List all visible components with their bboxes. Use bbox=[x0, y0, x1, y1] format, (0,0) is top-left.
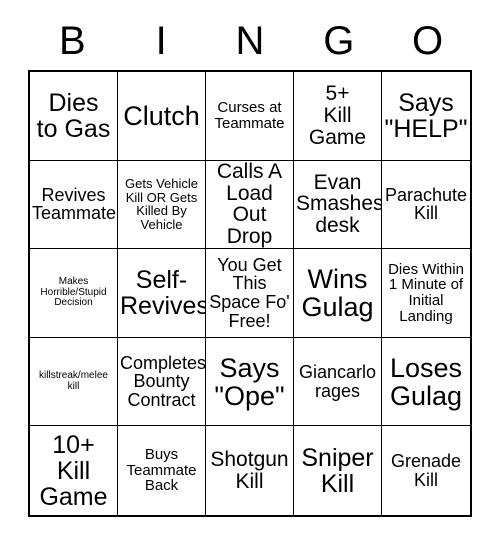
bingo-square[interactable]: Clutch bbox=[118, 72, 206, 161]
bingo-square-label: Sniper Kill bbox=[301, 443, 374, 498]
bingo-square[interactable]: Shotgun Kill bbox=[206, 426, 294, 515]
bingo-grid: Dies to Gas Clutch Curses at Teammate 5+ Ki… bbox=[28, 70, 472, 517]
bingo-square-label: Shotgun Kill bbox=[210, 447, 289, 493]
bingo-square[interactable]: Sniper Kill bbox=[294, 426, 382, 515]
bingo-square[interactable]: Loses Gulag bbox=[382, 337, 470, 427]
bingo-square-label: Dies to Gas bbox=[36, 88, 111, 143]
bingo-header-letter-g: G bbox=[323, 19, 355, 63]
bingo-header-letter-n: N bbox=[235, 19, 265, 63]
bingo-square-label: 10+ Kill Game bbox=[39, 430, 108, 511]
bingo-square-label: Gets Vehicle Kill OR Gets Killed By Vehi… bbox=[125, 176, 198, 232]
bingo-square[interactable]: Makes Horrible/Stupid Decision bbox=[30, 249, 118, 338]
bingo-square-label: killstreak/melee kill bbox=[39, 370, 108, 392]
bingo-square[interactable]: Calls A Load Out Drop bbox=[206, 160, 294, 250]
bingo-square-label: Giancarlo rages bbox=[298, 361, 377, 401]
bingo-square-label: You Get This Space Fo' Free! bbox=[209, 254, 290, 331]
bingo-square[interactable]: Evan Smashes desk bbox=[294, 160, 382, 250]
bingo-square[interactable]: Wins Gulag bbox=[294, 249, 382, 338]
bingo-square-label: Grenade Kill bbox=[390, 450, 462, 490]
bingo-square-label: Clutch bbox=[123, 100, 200, 131]
bingo-square-label: Curses at Teammate bbox=[214, 99, 285, 132]
bingo-square[interactable]: Grenade Kill bbox=[382, 426, 470, 515]
bingo-free-space[interactable]: You Get This Space Fo' Free! bbox=[206, 249, 294, 338]
bingo-square[interactable]: Says "Ope" bbox=[206, 337, 294, 427]
bingo-square[interactable]: Gets Vehicle Kill OR Gets Killed By Vehi… bbox=[118, 160, 206, 250]
bingo-square[interactable]: Giancarlo rages bbox=[294, 337, 382, 427]
bingo-square-label: Calls A Load Out Drop bbox=[216, 160, 283, 249]
bingo-square-label: Completes Bounty Contract bbox=[120, 352, 206, 410]
bingo-square-label: Parachute Kill bbox=[384, 184, 468, 224]
bingo-square[interactable]: Self- Revives bbox=[118, 249, 206, 338]
bingo-square[interactable]: Dies to Gas bbox=[30, 72, 118, 161]
bingo-square[interactable]: Completes Bounty Contract bbox=[118, 337, 206, 427]
bingo-header-letter-b: B bbox=[59, 19, 86, 63]
bingo-square[interactable]: Curses at Teammate bbox=[206, 72, 294, 161]
bingo-header-letter-i: I bbox=[155, 19, 167, 63]
bingo-square-label: Loses Gulag bbox=[389, 352, 463, 411]
bingo-square-label: 5+ Kill Game bbox=[308, 82, 367, 149]
bingo-square-label: Says "HELP" bbox=[384, 88, 468, 143]
bingo-square-label: Wins Gulag bbox=[301, 263, 374, 322]
bingo-header-row: B I N G O bbox=[28, 12, 472, 70]
bingo-square[interactable]: Buys Teammate Back bbox=[118, 426, 206, 515]
bingo-square[interactable]: Says "HELP" bbox=[382, 72, 470, 161]
bingo-square-label: Self- Revives bbox=[120, 265, 206, 320]
bingo-square-label: Makes Horrible/Stupid Decision bbox=[40, 276, 107, 309]
bingo-square-label: Says "Ope" bbox=[214, 352, 285, 411]
bingo-header-letter-o: O bbox=[412, 19, 444, 63]
bingo-square-label: Buys Teammate Back bbox=[126, 446, 197, 495]
bingo-square[interactable]: 10+ Kill Game bbox=[30, 426, 118, 515]
bingo-square-label: Dies Within 1 Minute of Initial Landing bbox=[388, 260, 464, 325]
bingo-square[interactable]: killstreak/melee kill bbox=[30, 337, 118, 427]
bingo-square[interactable]: Dies Within 1 Minute of Initial Landing bbox=[382, 249, 470, 338]
bingo-card: B I N G O Dies to Gas Clutch Curses at Tea… bbox=[28, 12, 472, 517]
bingo-square[interactable]: 5+ Kill Game bbox=[294, 72, 382, 161]
bingo-square[interactable]: Revives Teammate bbox=[30, 160, 118, 250]
bingo-square[interactable]: Parachute Kill bbox=[382, 160, 470, 250]
bingo-square-label: Revives Teammate bbox=[32, 184, 117, 224]
bingo-square-label: Evan Smashes desk bbox=[296, 170, 382, 238]
